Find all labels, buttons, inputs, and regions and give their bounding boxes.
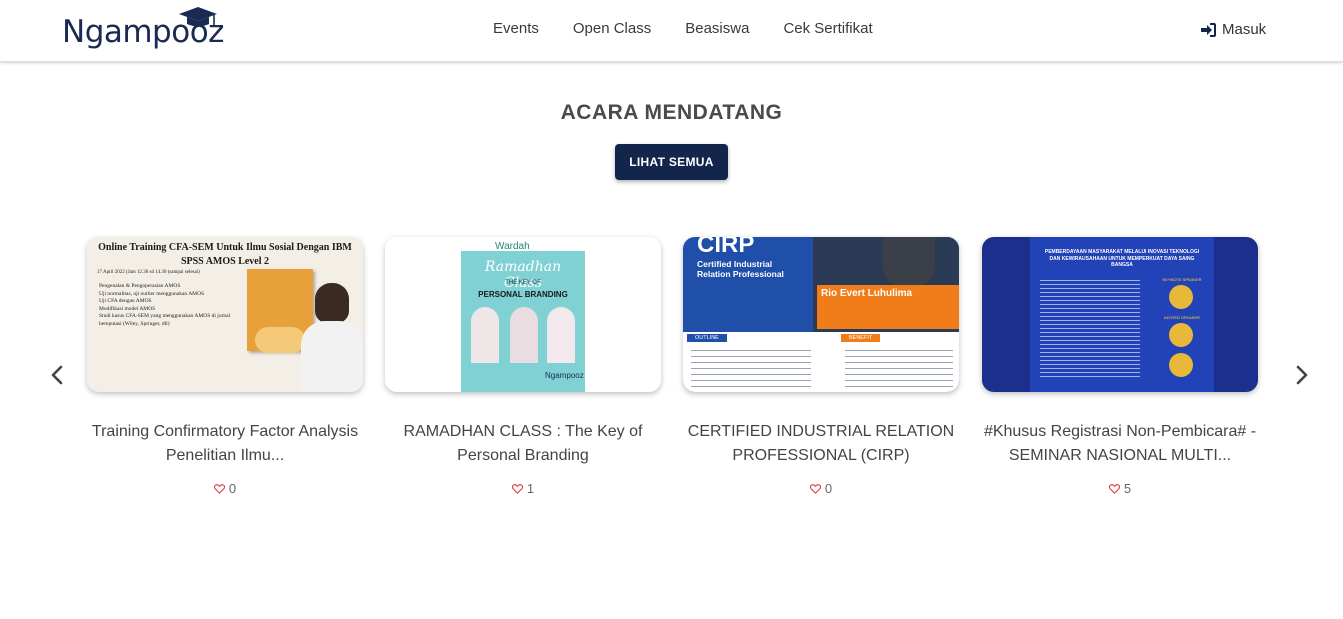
poster-script-title: Ramadhan Class xyxy=(484,259,562,291)
navbar: Ngampooz Events Open Class Beasiswa Cek … xyxy=(0,0,1343,62)
event-card[interactable]: PEMBERDAYAAN MASYARAKAT MELALUI INOVASI … xyxy=(982,237,1258,496)
poster-speaker-photo xyxy=(471,307,499,363)
event-card[interactable]: Online Training CFA-SEM Untuk Ilmu Sosia… xyxy=(87,237,363,496)
chevron-left-icon xyxy=(51,365,63,385)
poster-heading: PERSONAL BRANDING xyxy=(478,290,568,299)
poster-point: Uji CFA dengan AMOS xyxy=(99,298,152,304)
poster-point: Uji normalitas, uji outlier menggunakan … xyxy=(99,290,205,297)
chevron-right-icon xyxy=(1296,365,1308,385)
poster-speaker-photo xyxy=(1169,353,1193,377)
poster-point: Pengenalan & Pengoperasian AMOS xyxy=(99,283,181,289)
event-title[interactable]: RAMADHAN CLASS : The Key of Personal Bra… xyxy=(385,420,661,468)
poster-outline-tag: OUTLINE xyxy=(687,334,727,342)
poster-invited-label: INVITED SPEAKER xyxy=(1164,315,1200,320)
brand-logo[interactable]: Ngampooz xyxy=(62,6,237,56)
carousel-prev-button[interactable] xyxy=(47,362,67,388)
poster-speaker-photo xyxy=(1169,285,1193,309)
nav-item-open-class[interactable]: Open Class xyxy=(573,20,651,37)
see-all-button[interactable]: LIHAT SEMUA xyxy=(615,144,728,180)
poster-acronym: CIRP xyxy=(697,237,755,258)
poster-benefit-lines xyxy=(845,347,953,389)
poster-outline-lines xyxy=(691,347,811,389)
poster-subheading: Certified Industrial Relation Profession… xyxy=(697,259,784,279)
login-label: Masuk xyxy=(1222,21,1267,38)
poster-brain-image xyxy=(255,327,305,353)
poster-points: Pengenalan & Pengoperasian AMOS Uji norm… xyxy=(99,283,239,328)
poster-speaker-photo xyxy=(301,283,363,392)
like-button[interactable]: 5 xyxy=(982,481,1258,496)
poster-subtitle: THE KEY OF xyxy=(505,280,541,286)
like-button[interactable]: 0 xyxy=(87,481,363,496)
event-card[interactable]: Wardah Ramadhan Class THE KEY OF PERSONA… xyxy=(385,237,661,496)
like-count: 0 xyxy=(824,481,833,496)
poster-date: 17 April 2022 (Jam 12.30 sd 14.30 (sampa… xyxy=(97,270,200,275)
like-count: 1 xyxy=(526,481,535,496)
heart-icon xyxy=(1108,483,1120,494)
poster-speaker-photo xyxy=(1169,323,1193,347)
poster-speaker-photo xyxy=(883,237,935,287)
event-poster[interactable]: CIRP Certified Industrial Relation Profe… xyxy=(683,237,959,392)
event-poster[interactable]: Online Training CFA-SEM Untuk Ilmu Sosia… xyxy=(87,237,363,392)
section-title: ACARA MENDATANG xyxy=(560,101,783,124)
heart-icon xyxy=(511,483,523,494)
like-count: 0 xyxy=(228,481,237,496)
poster-keynote-label: KEYNOTE SPEAKER xyxy=(1162,277,1202,282)
poster-benefit-tag: BENEFIT xyxy=(841,334,881,342)
poster-speaker-name: Rio Evert Luhulima xyxy=(821,288,913,299)
event-title[interactable]: CERTIFIED INDUSTRIAL RELATION PROFESSION… xyxy=(683,420,959,468)
nav-item-beasiswa[interactable]: Beasiswa xyxy=(685,20,749,37)
poster-speaker-photo xyxy=(510,307,538,363)
event-card[interactable]: CIRP Certified Industrial Relation Profe… xyxy=(683,237,959,496)
poster-heading: PEMBERDAYAAN MASYARAKAT MELALUI INOVASI … xyxy=(1044,249,1200,268)
main-nav: Events Open Class Beasiswa Cek Sertifika… xyxy=(493,20,873,37)
poster-point: Modifikasi model AMOS xyxy=(99,305,156,312)
event-poster[interactable]: PEMBERDAYAAN MASYARAKAT MELALUI INOVASI … xyxy=(982,237,1258,392)
poster-text-lines xyxy=(1040,277,1140,377)
carousel-next-button[interactable] xyxy=(1292,362,1312,388)
event-poster[interactable]: Wardah Ramadhan Class THE KEY OF PERSONA… xyxy=(385,237,661,392)
poster-brand: Ngampooz xyxy=(545,371,584,380)
poster-point: Studi kasus CFA-SEM yang menggunakan AMO… xyxy=(99,313,231,327)
poster-speaker-photo xyxy=(547,307,575,363)
sign-in-icon xyxy=(1201,22,1216,37)
like-button[interactable]: 0 xyxy=(683,481,959,496)
like-count: 5 xyxy=(1123,481,1132,496)
event-title[interactable]: Training Confirmatory Factor Analysis Pe… xyxy=(87,420,363,468)
heart-icon xyxy=(809,483,821,494)
poster-heading: Online Training CFA-SEM Untuk Ilmu Sosia… xyxy=(98,242,352,267)
nav-item-cek-sertifikat[interactable]: Cek Sertifikat xyxy=(783,20,872,37)
event-title[interactable]: #Khusus Registrasi Non-Pembicara# - SEMI… xyxy=(982,420,1258,468)
login-button[interactable]: Masuk xyxy=(1200,21,1266,38)
nav-item-events[interactable]: Events xyxy=(493,20,539,37)
like-button[interactable]: 1 xyxy=(385,481,661,496)
heart-icon xyxy=(213,483,225,494)
graduation-cap-icon xyxy=(179,7,217,27)
